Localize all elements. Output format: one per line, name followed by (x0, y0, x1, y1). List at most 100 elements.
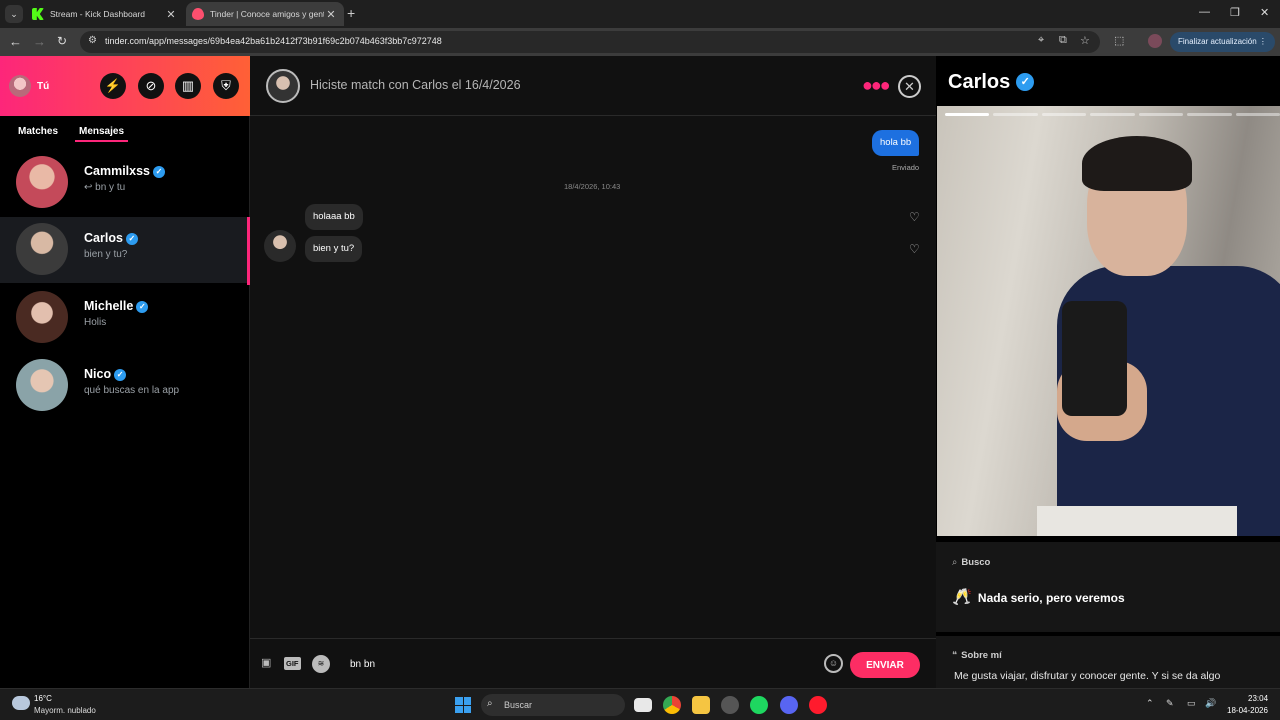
conversation-item-carlos[interactable]: Carlos ✓ bien y tu? (0, 217, 250, 285)
browser-tab-kick[interactable]: Stream - Kick Dashboard ✕ (26, 2, 184, 26)
volume-icon[interactable]: 🔊 (1205, 698, 1216, 709)
location-icon[interactable]: ⌖ (1038, 34, 1044, 47)
chat-header: Hiciste match con Carlos el 16/4/2026 ●●… (250, 56, 936, 116)
close-tab-icon[interactable]: ✕ (324, 8, 338, 21)
window-close-icon[interactable]: ✕ (1260, 6, 1269, 19)
briefcase-icon[interactable]: ▥ (175, 73, 201, 99)
search-icon: ⌕ (952, 557, 958, 568)
my-avatar[interactable] (9, 75, 31, 97)
explore-icon[interactable]: ⊘ (138, 73, 164, 99)
incoming-message[interactable]: bien y tu? (305, 236, 363, 262)
spotify-icon[interactable]: ≋ (312, 655, 330, 673)
looking-for-label-text: Busco (961, 557, 991, 568)
file-explorer-icon[interactable] (692, 696, 710, 714)
photo-indicator[interactable] (1041, 113, 1087, 116)
profile-photo[interactable] (937, 106, 1280, 536)
date-separator: 18/4/2026, 10:43 (564, 182, 621, 191)
browser-toolbar: ← → ↻ ⚙ tinder.com/app/messages/69b4ea42… (0, 28, 1280, 56)
looking-for-value-text: Nada serio, pero veremos (977, 591, 1125, 605)
clock-date[interactable]: 18-04-2026 (1227, 706, 1268, 715)
like-message-icon[interactable]: ♡ (909, 210, 920, 224)
reload-icon[interactable]: ↻ (57, 34, 67, 48)
start-button[interactable] (455, 697, 471, 713)
match-avatar[interactable] (266, 69, 300, 103)
shield-icon[interactable]: ⛨ (213, 73, 239, 99)
site-settings-icon[interactable]: ⚙ (88, 35, 97, 46)
sender-avatar[interactable] (264, 230, 296, 262)
photo-indicator[interactable] (1138, 113, 1184, 116)
photo-indicator[interactable] (1235, 113, 1280, 116)
conversation-name: Carlos ✓ (84, 231, 138, 245)
photo-subject-hair (1082, 136, 1192, 191)
more-options-icon[interactable]: ●●● (862, 75, 891, 96)
boost-icon[interactable]: ⚡ (100, 73, 126, 99)
browser-tab-tinder[interactable]: Tinder | Conoce amigos y gente ✕ (186, 2, 344, 26)
conversation-name: Nico ✓ (84, 367, 127, 381)
close-tab-icon[interactable]: ✕ (164, 8, 178, 21)
tab-messages[interactable]: Mensajes (74, 126, 129, 142)
photo-indicator[interactable] (1090, 113, 1135, 116)
conversation-item-nico[interactable]: Nico ✓ qué buscas en la app (0, 353, 250, 419)
photo-indicator[interactable] (945, 113, 990, 116)
outgoing-message[interactable]: hola bb (872, 130, 920, 156)
close-chat-icon[interactable]: ✕ (898, 75, 921, 98)
new-tab-button[interactable]: + (347, 5, 355, 21)
tab-title: Stream - Kick Dashboard (50, 9, 145, 19)
extensions-icon[interactable]: ⬚ (1114, 34, 1124, 47)
address-bar[interactable]: ⚙ tinder.com/app/messages/69b4ea42ba61b2… (80, 31, 1100, 53)
install-app-icon[interactable]: ⧉ (1059, 34, 1067, 47)
tab-matches[interactable]: Matches (18, 126, 58, 137)
restore-icon[interactable]: ❐ (1230, 6, 1240, 19)
url-text[interactable]: tinder.com/app/messages/69b4ea42ba61b241… (105, 36, 442, 46)
photo-indicator[interactable] (1187, 113, 1232, 116)
photo-indicator[interactable] (993, 113, 1038, 116)
profile-avatar[interactable] (1148, 34, 1162, 48)
taskbar: 16°C Mayorm. nublado ⌕ Buscar ⌃ ✎ ▭ 🔊 23… (0, 688, 1280, 720)
emoji-icon[interactable]: ☺ (824, 654, 843, 673)
message-status: Enviado (892, 163, 920, 172)
conversation-preview: qué buscas en la app (84, 385, 180, 396)
quote-icon: ❝ (952, 650, 958, 661)
tray-overflow-icon[interactable]: ⌃ (1146, 698, 1154, 709)
profile-name-text: Carlos (948, 71, 1011, 93)
message-input[interactable] (350, 654, 810, 674)
cloud-icon[interactable] (12, 696, 30, 710)
about-label: ❝ Sobre mí (952, 650, 1002, 661)
looking-for-card: ⌕ Busco 🥂 Nada serio, pero veremos (936, 542, 1280, 632)
task-view-icon[interactable] (634, 698, 652, 712)
opera-icon[interactable] (809, 696, 827, 714)
weather-description[interactable]: Mayorm. nublado (34, 706, 96, 715)
spotify-app-icon[interactable] (750, 696, 768, 714)
avatar (16, 223, 68, 275)
send-button[interactable]: ENVIAR (850, 652, 920, 678)
discord-icon[interactable] (780, 696, 798, 714)
conversation-name: Cammilxss ✓ (84, 164, 166, 178)
sidebar-tabs: Matches Mensajes (0, 116, 250, 148)
my-profile-label[interactable]: Tú (37, 81, 49, 92)
forward-icon[interactable]: → (33, 34, 46, 49)
conversation-item-cammilxss[interactable]: Cammilxss ✓ ↩ bn y tu (0, 150, 250, 216)
like-message-icon[interactable]: ♡ (909, 242, 920, 256)
gif-button[interactable]: GIF (284, 657, 301, 670)
tab-search-button[interactable]: ⌄ (5, 5, 23, 23)
obs-icon[interactable] (721, 696, 739, 714)
contact-card-icon[interactable]: ▣ (261, 656, 271, 669)
chrome-icon[interactable] (663, 696, 681, 714)
weather-temperature[interactable]: 16°C (34, 694, 52, 703)
verified-badge-icon: ✓ (114, 369, 127, 381)
update-button[interactable]: Finalizar actualización ⋮ (1170, 32, 1275, 52)
clock-time[interactable]: 23:04 (1248, 694, 1268, 703)
about-text: Me gusta viajar, disfrutar y conocer gen… (954, 670, 1221, 682)
incoming-message[interactable]: holaaa bb (305, 204, 363, 230)
taskbar-search[interactable]: ⌕ Buscar (481, 694, 625, 716)
conversation-item-michelle[interactable]: Michelle ✓ Holis (0, 285, 250, 351)
verified-badge-icon: ✓ (1016, 73, 1035, 91)
minimize-icon[interactable]: — (1199, 6, 1210, 18)
conversation-name-text: Michelle (84, 299, 134, 313)
network-icon[interactable]: ▭ (1187, 698, 1196, 709)
language-icon[interactable]: ✎ (1166, 698, 1174, 709)
looking-for-label: ⌕ Busco (952, 557, 990, 568)
tinder-icon (192, 8, 204, 20)
back-icon[interactable]: ← (9, 34, 22, 49)
bookmark-star-icon[interactable]: ☆ (1080, 34, 1090, 47)
